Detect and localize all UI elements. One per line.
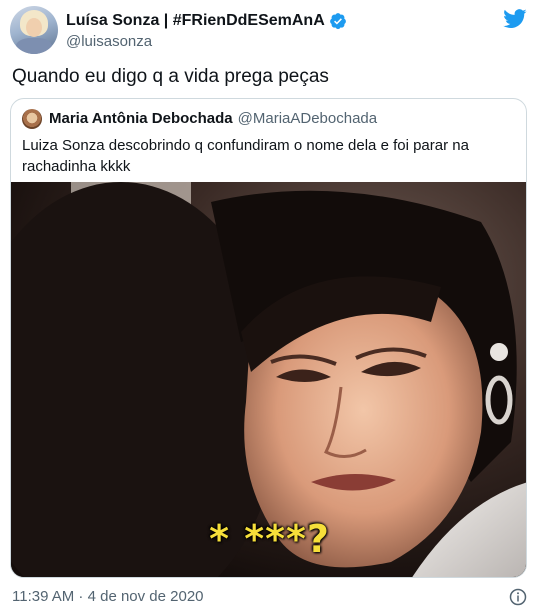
quoted-author-header: Maria Antônia Debochada @MariaADebochada — [49, 110, 377, 127]
quoted-tweet[interactable]: Maria Antônia Debochada @MariaADebochada… — [10, 98, 527, 578]
tweet-card: Luísa Sonza | #FRienDdESemAnA @luisasonz… — [0, 0, 539, 613]
avatar-face — [26, 18, 42, 37]
info-icon[interactable] — [509, 588, 527, 606]
quoted-media-image[interactable]: * ***? — [11, 182, 526, 577]
author-display-name[interactable]: Luísa Sonza | #FRienDdESemAnA — [66, 12, 325, 30]
avatar-body — [16, 38, 52, 54]
tweet-text: Quando eu digo q a vida prega peças — [12, 66, 329, 87]
author-handle[interactable]: @luisasonza — [66, 33, 152, 50]
quoted-display-name[interactable]: Maria Antônia Debochada — [49, 110, 233, 127]
twitter-bird-icon[interactable] — [503, 9, 527, 29]
author-avatar[interactable] — [10, 6, 58, 54]
quoted-tweet-text: Luiza Sonza descobrindo q confundiram o … — [22, 137, 469, 175]
verified-badge-icon — [329, 13, 346, 30]
author-name-row[interactable]: Luísa Sonza | #FRienDdESemAnA — [66, 12, 347, 30]
meme-caption: * ***? — [209, 517, 330, 561]
quoted-handle[interactable]: @MariaADebochada — [238, 110, 377, 127]
tweet-timestamp[interactable]: 11:39 AM · 4 de nov de 2020 — [12, 588, 204, 605]
quoted-author-avatar[interactable] — [22, 109, 42, 129]
